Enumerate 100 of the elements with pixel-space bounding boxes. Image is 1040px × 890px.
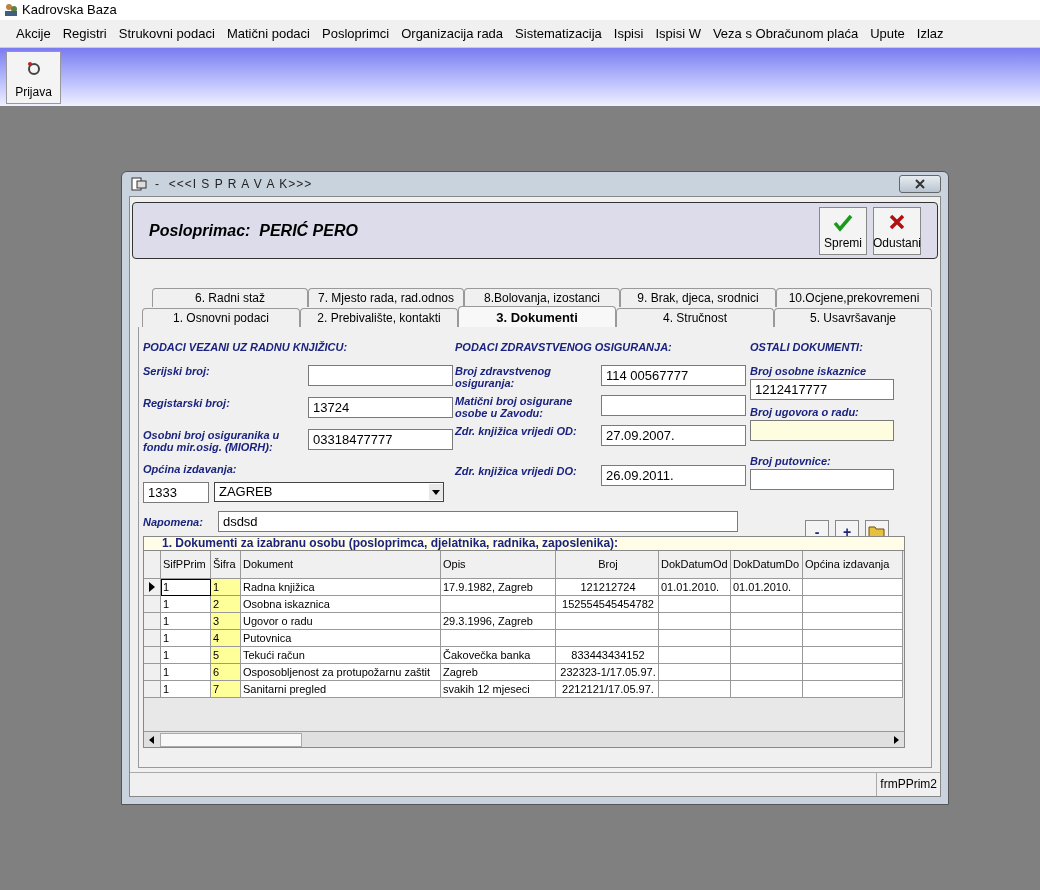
field-label: Registarski broj: [143,397,231,409]
tab[interactable]: 1. Osnovni podaci [142,308,300,327]
tab[interactable]: 9. Brak, djeca, srodnici [620,288,776,307]
input-field[interactable]: 13724 [308,397,453,418]
tab[interactable]: 3. Dokumenti [458,306,616,327]
table-cell: 1 [211,579,241,596]
field-label: Matični broj osigurane osobe u Zavodu: [455,395,574,419]
menu-item[interactable]: Registri [56,23,113,44]
menu-item[interactable]: Upute [864,23,911,44]
checkmark-icon [833,213,853,232]
app-title: Kadrovska Baza [22,1,117,20]
cancel-button[interactable]: Odustani [873,206,921,255]
table-cell: 152554545454782 [556,596,659,613]
menu-item[interactable]: Veza s Obračunom plaća [706,23,865,44]
column-header: Šifra [211,551,241,579]
table-cell [731,681,803,698]
table-cell: 01.01.2010. [659,579,731,596]
field-label: Osobni broj osiguranika u fondu mir.osig. (MIORH): [143,429,281,453]
column-header: Opis [441,551,556,579]
field-label: PODACI ZDRAVSTVENOG OSIGURANJA: [455,341,673,353]
table-cell: 1 [161,613,211,630]
table-cell: 17.9.1982, Zagreb [441,579,556,596]
menu-item[interactable]: Strukovni podaci [112,23,221,44]
close-icon [889,213,905,230]
input-field[interactable]: 1212417777 [750,379,894,400]
column-header: Dokument [241,551,441,579]
table-cell: 01.01.2010. [731,579,803,596]
municipality-dropdown[interactable]: ZAGREB [214,482,444,502]
tab[interactable]: 7. Mjesto rada, rad.odnos [308,288,464,307]
tab[interactable]: 2. Prebivalište, kontakti [300,308,458,327]
field-label: Zdr. knjižica vrijedi OD: [455,425,578,437]
menu-item[interactable]: Ispisi W [649,23,707,44]
field-label: Općina izdavanja: [143,463,237,475]
table-cell: 5 [211,647,241,664]
close-button[interactable] [899,175,941,193]
column-header: Općina izdavanja [803,551,903,579]
menu-item[interactable]: Posloprimci [316,23,396,44]
table-cell: 29.3.1996, Zagreb [441,613,556,630]
table-cell: 2212121/17.05.97. [556,681,659,698]
field-label: Broj ugovora o radu: [750,406,860,418]
table-cell [659,630,731,647]
row-indicator[interactable] [144,579,161,596]
tab[interactable]: 6. Radni staž [152,288,308,307]
table-cell: 1 [161,630,211,647]
table-cell: 1 [161,579,211,596]
grid-caption: 1. Dokumenti za izabranu osobu (posloprimca, djelatnika, radnika, zaposlenika): [144,537,904,551]
field-label: Broj zdravstvenog osiguranja: [455,365,552,389]
current-row-icon [149,582,155,592]
table-cell: Osposobljenost za protupožarnu zaštit [241,664,441,681]
table-cell [659,596,731,613]
tab[interactable]: 5. Usavršavanje [774,308,932,327]
table-cell: 1 [161,596,211,613]
close-icon [915,179,925,189]
input-field[interactable]: 26.09.2011. [601,465,746,486]
table-cell [731,647,803,664]
table-cell [659,681,731,698]
field-label: Broj putovnice: [750,455,832,467]
employee-heading: Posloprimac: PERIĆ PERO [149,220,358,241]
menu-item[interactable]: Izlaz [910,23,950,44]
column-header: SifPPrim [161,551,211,579]
input-field[interactable] [750,469,894,490]
horizontal-scrollbar[interactable] [144,731,904,747]
table-cell [659,647,731,664]
table-cell: Zagreb [441,664,556,681]
table-cell [731,630,803,647]
table-cell: 6 [211,664,241,681]
field-label: Serijski broj: [143,365,211,377]
menu-item[interactable]: Sistematizacija [509,23,608,44]
input-field[interactable]: 1333 [143,482,209,503]
tab[interactable]: 4. Stručnost [616,308,774,327]
field-label: Napomena: [143,515,203,528]
table-cell: 1 [161,647,211,664]
input-field[interactable] [308,365,453,386]
menu-item[interactable]: Matični podaci [220,23,316,44]
field-label: PODACI VEZANI UZ RADNU KNJIŽICU: [143,341,349,353]
input-field[interactable]: dsdsd [217,511,738,532]
tab[interactable]: 10.Ocjene,prekovremeni [776,288,932,307]
table-cell: Ugovor o radu [241,613,441,630]
tab[interactable]: 8.Bolovanja, izostanci [464,288,620,307]
input-field[interactable] [750,420,894,441]
scroll-thumb[interactable] [160,732,302,747]
input-field[interactable]: 27.09.2007. [601,425,746,446]
table-cell [659,664,731,681]
field-label: Zdr. knjižica vrijedi DO: [455,465,578,477]
input-field[interactable]: 114 00567777 [601,365,746,386]
menu-item[interactable]: Organizacija rada [395,23,510,44]
table-cell: 7 [211,681,241,698]
table-cell: 1 [161,681,211,698]
login-button[interactable]: Prijava [6,51,61,104]
save-button[interactable]: Spremi [819,206,867,255]
table-cell [731,664,803,681]
field-label: OSTALI DOKUMENTI: [750,341,864,353]
input-field[interactable]: 03318477777 [308,429,453,450]
table-cell: 3 [211,613,241,630]
column-header: Broj [556,551,659,579]
table-cell: Putovnica [241,630,441,647]
menu-item[interactable]: Ispisi [607,23,650,44]
input-field[interactable] [601,395,746,416]
table-cell [731,596,803,613]
menu-item[interactable]: Akcije [10,23,57,44]
